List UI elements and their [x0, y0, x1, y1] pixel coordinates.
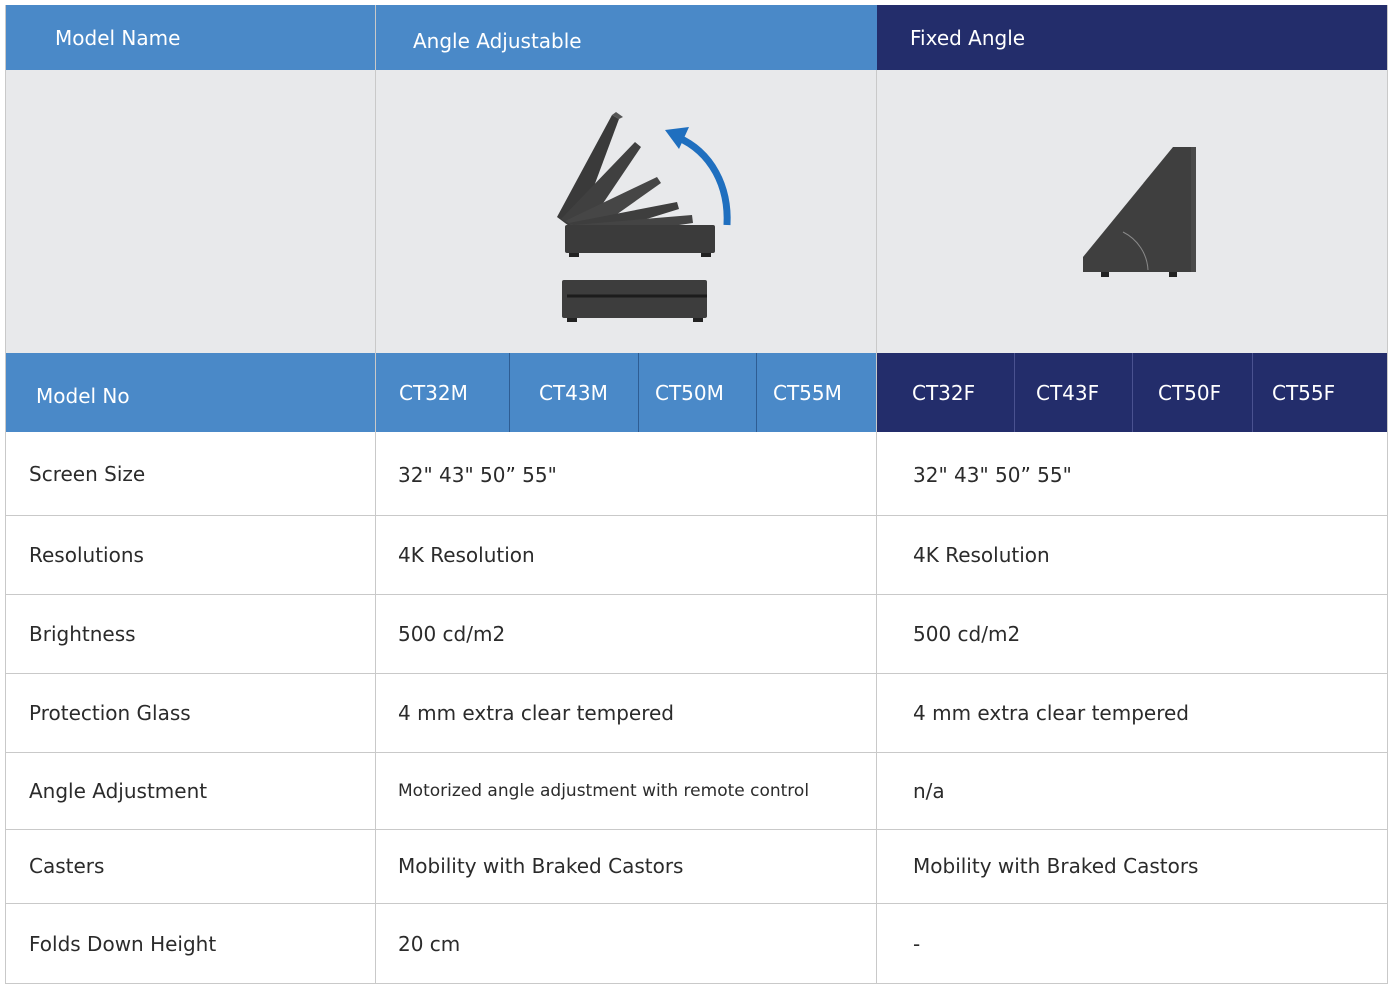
grid-divider — [5, 829, 1388, 830]
model-no-ct43f: CT43F — [1014, 353, 1132, 432]
row-resolutions-fixed: 4K Resolution — [877, 515, 1388, 594]
spec-table: Model Name Angle Adjustable Fixed Angle — [5, 5, 1388, 984]
model-no-ct50f-label: CT50F — [1158, 380, 1222, 405]
grid-divider — [5, 594, 1388, 595]
row-screen-size-adjustable: 32" 43" 50” 55" — [376, 432, 877, 515]
row-value: n/a — [913, 778, 945, 803]
row-protection-glass-label: Protection Glass — [5, 673, 376, 752]
row-casters-fixed: Mobility with Braked Castors — [877, 829, 1388, 903]
grid-divider — [876, 70, 877, 984]
grid-divider — [5, 983, 1388, 984]
row-value: 20 cm — [398, 931, 461, 956]
header-fixed-angle-cell: Fixed Angle — [877, 5, 1388, 70]
row-value: 500 cd/m2 — [913, 621, 1021, 646]
row-angle-adjustment-label: Angle Adjustment — [5, 752, 376, 829]
grid-divider — [1387, 5, 1388, 984]
model-no-ct32m-label: CT32M — [399, 380, 468, 405]
row-casters-label: Casters — [5, 829, 376, 903]
grid-divider — [5, 903, 1388, 904]
model-no-ct32m: CT32M — [376, 353, 509, 432]
row-value: Mobility with Braked Castors — [913, 854, 1199, 878]
row-value: 4K Resolution — [398, 542, 535, 567]
row-label: Screen Size — [29, 461, 146, 486]
model-no-ct32f: CT32F — [877, 353, 1014, 432]
row-label: Folds Down Height — [29, 931, 217, 956]
row-angle-adjustment-fixed: n/a — [877, 752, 1388, 829]
row-value: 32" 43" 50” 55" — [913, 462, 1072, 487]
row-angle-adjustment-adjustable: Motorized angle adjustment with remote c… — [376, 752, 877, 829]
model-no-ct50f: CT50F — [1132, 353, 1252, 432]
model-no-divider — [756, 353, 757, 432]
model-no-divider — [1132, 353, 1133, 432]
row-folds-down-height-label: Folds Down Height — [5, 903, 376, 984]
model-no-divider — [1252, 353, 1253, 432]
row-resolutions-adjustable: 4K Resolution — [376, 515, 877, 594]
model-no-ct43m: CT43M — [509, 353, 638, 432]
model-no-ct32f-label: CT32F — [912, 380, 976, 405]
row-value: 4 mm extra clear tempered — [913, 700, 1189, 725]
header-model-name-label: Model Name — [55, 25, 181, 50]
row-screen-size-label: Screen Size — [5, 432, 376, 515]
row-label: Angle Adjustment — [29, 778, 208, 803]
row-value: 500 cd/m2 — [398, 621, 506, 646]
row-value: Motorized angle adjustment with remote c… — [398, 780, 810, 801]
row-protection-glass-adjustable: 4 mm extra clear tempered — [376, 673, 877, 752]
model-no-divider — [509, 353, 510, 432]
row-label: Protection Glass — [29, 700, 191, 725]
model-no-ct50m: CT50M — [638, 353, 756, 432]
row-value: Mobility with Braked Castors — [398, 854, 684, 878]
header-model-name-cell: Model Name — [5, 5, 376, 70]
row-folds-down-height-fixed: - — [877, 903, 1388, 984]
model-no-label: Model No — [36, 383, 130, 408]
row-protection-glass-fixed: 4 mm extra clear tempered — [877, 673, 1388, 752]
grid-divider — [5, 5, 6, 984]
fixed-angle-illustration — [1082, 146, 1196, 277]
row-value: 32" 43" 50” 55" — [398, 462, 557, 487]
row-casters-adjustable: Mobility with Braked Castors — [376, 829, 877, 903]
model-no-ct50m-label: CT50M — [655, 380, 724, 405]
row-brightness-label: Brightness — [5, 594, 376, 673]
model-no-ct55m: CT55M — [756, 353, 877, 432]
image-fixed-angle-cell — [877, 70, 1388, 353]
row-value: 4 mm extra clear tempered — [398, 700, 674, 725]
model-no-label-cell: Model No — [5, 353, 376, 432]
model-no-divider — [1014, 353, 1015, 432]
grid-divider — [375, 5, 376, 984]
model-no-ct55f: CT55F — [1252, 353, 1388, 432]
model-no-ct43f-label: CT43F — [1036, 380, 1100, 405]
header-fixed-angle-label: Fixed Angle — [910, 25, 1026, 50]
header-angle-adjustable-label: Angle Adjustable — [413, 28, 582, 53]
model-no-divider — [638, 353, 639, 432]
row-label: Casters — [29, 854, 105, 878]
row-label: Resolutions — [29, 542, 144, 567]
grid-divider — [5, 673, 1388, 674]
row-folds-down-height-adjustable: 20 cm — [376, 903, 877, 984]
grid-divider — [5, 515, 1388, 516]
header-angle-adjustable-cell: Angle Adjustable — [376, 5, 877, 70]
row-brightness-fixed: 500 cd/m2 — [877, 594, 1388, 673]
model-no-ct43m-label: CT43M — [539, 380, 608, 405]
model-no-ct55f-label: CT55F — [1272, 380, 1336, 405]
grid-divider — [5, 752, 1388, 753]
row-screen-size-fixed: 32" 43" 50” 55" — [877, 432, 1388, 515]
image-row-label-cell — [5, 70, 376, 353]
row-resolutions-label: Resolutions — [5, 515, 376, 594]
image-angle-adjustable-cell — [376, 70, 877, 353]
row-brightness-adjustable: 500 cd/m2 — [376, 594, 877, 673]
row-value: 4K Resolution — [913, 542, 1050, 567]
row-label: Brightness — [29, 621, 136, 646]
model-no-ct55m-label: CT55M — [773, 380, 842, 405]
row-value: - — [913, 931, 921, 956]
angle-adjustable-illustration — [556, 111, 731, 322]
